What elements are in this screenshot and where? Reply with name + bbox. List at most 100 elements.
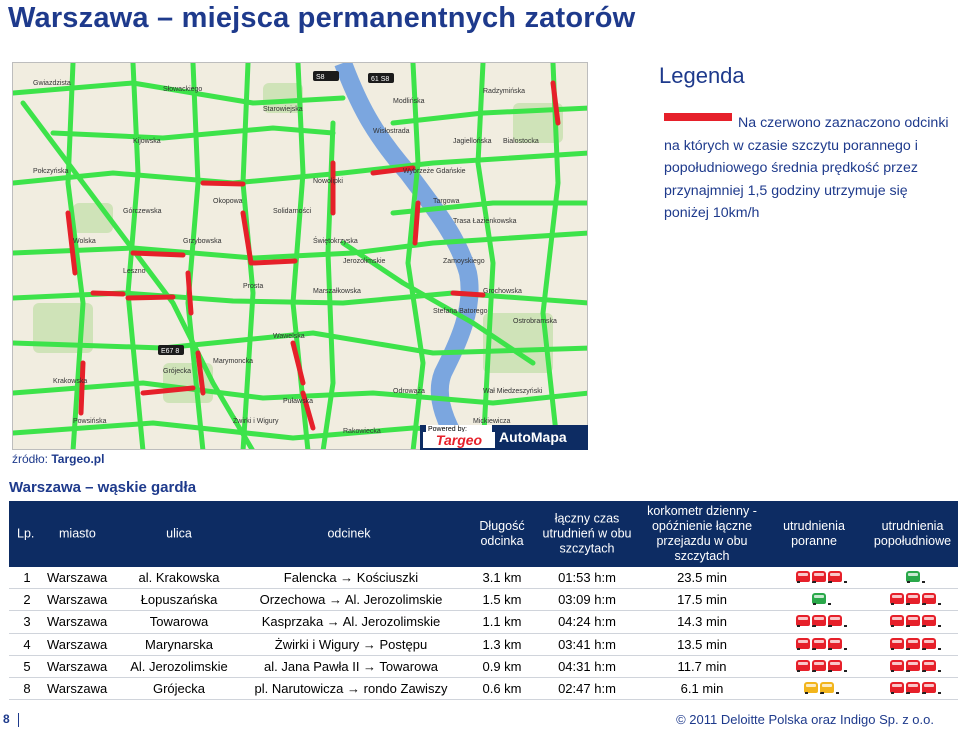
cell-dlugosc: 1.3 km: [482, 636, 522, 652]
street-label: Grochowska: [483, 288, 522, 295]
car-icon: [905, 615, 925, 628]
street-label: Ostrobramska: [513, 318, 557, 325]
cell-ulica: Towarowa: [149, 614, 209, 630]
car-icon: [921, 637, 941, 650]
cell-korkometr: 14.3 min: [677, 614, 727, 630]
street-label: Wawelska: [273, 333, 305, 340]
cell-dlugosc: 1.5 km: [482, 592, 522, 608]
street-label: Grzybowska: [183, 238, 222, 245]
street-label: Targowa: [433, 198, 460, 205]
cell-popoludniowe: [867, 659, 958, 674]
cell-lp: 3: [23, 614, 31, 630]
car-icon: [812, 659, 831, 672]
cell-ranne: [771, 681, 867, 696]
cell-lp: 8: [23, 680, 31, 696]
street-label: Wał Miedzeszyński: [483, 388, 543, 395]
street-label: Starowiejska: [263, 106, 303, 113]
route-badge-label: E67 8: [161, 348, 179, 355]
street-label: Wybrzeże Gdańskie: [403, 168, 466, 175]
cell-miasto: Warszawa: [47, 614, 108, 630]
car-icon: [804, 681, 823, 694]
bottleneck-table: Lp. miasto ulica odcinek Długość odcinka…: [9, 501, 958, 701]
street-label: Wolska: [73, 238, 96, 245]
popoludniowe-congestion-indicator: [889, 637, 941, 650]
street-label: Marszałkowska: [313, 288, 361, 295]
street-label: Prosta: [243, 283, 263, 290]
street-label: Gwiazdzista: [33, 80, 71, 87]
street-label: Trasa Łazienkowska: [453, 218, 517, 225]
car-icon: [828, 659, 847, 672]
cell-miasto: Warszawa: [47, 658, 108, 674]
congested-road-segment: [125, 294, 176, 301]
street-label: Okopowa: [213, 198, 243, 205]
cell-ranne: [771, 659, 867, 674]
cell-popoludniowe: [867, 614, 958, 629]
source-note: źródło: Targeo.pl: [12, 452, 104, 466]
car-icon: [812, 571, 831, 583]
street-label: Grójecka: [163, 368, 191, 375]
street-label: Rakowiecka: [343, 428, 381, 435]
cell-lp: 1: [23, 570, 31, 585]
header-ulica: ulica: [166, 526, 192, 541]
popoludniowe-congestion-indicator: [889, 615, 941, 628]
ranne-congestion-indicator: [812, 593, 831, 606]
cell-czas: 03:41 h:m: [558, 636, 616, 652]
cell-ranne: [771, 570, 867, 585]
street-label: Połczyńska: [33, 168, 69, 175]
car-icon: [921, 659, 941, 672]
street-label: Wisłostrada: [373, 128, 410, 135]
cell-czas: 04:31 h:m: [558, 658, 616, 674]
street-label: Świętokrzyska: [313, 236, 358, 245]
popoludniowe-congestion-indicator: [889, 593, 941, 606]
ranne-congestion-indicator: [796, 659, 847, 672]
cell-dlugosc: 0.6 km: [482, 680, 522, 696]
cell-dlugosc: 1.1 km: [482, 614, 522, 630]
car-icon: [812, 637, 831, 650]
header-miasto: miasto: [59, 526, 96, 541]
ranne-congestion-indicator: [796, 571, 847, 583]
street-label: Nowolipki: [313, 178, 343, 185]
car-icon: [820, 681, 839, 694]
car-icon: [796, 637, 815, 650]
automapa-logo: AutoMapa: [499, 429, 567, 445]
table-row: 5 Warszawa Al. Jerozolimskie al. Jana Pawła…: [9, 656, 958, 678]
source-name: Targeo.pl: [51, 452, 105, 466]
car-icon: [921, 681, 941, 694]
car-icon: [828, 615, 847, 628]
table-row: 1 Warszawa al. Krakowska Falencka → Kościus…: [9, 567, 958, 590]
cell-korkometr: 17.5 min: [677, 592, 727, 608]
street-label: Jagiellońska: [453, 138, 492, 145]
car-icon: [889, 615, 909, 628]
cell-miasto: Warszawa: [47, 636, 108, 652]
street-label: Zamoyskiego: [443, 258, 485, 265]
table-row: 4 Warszawa Marynarska Żwirki i Wigury → Pos…: [9, 634, 958, 656]
cell-korkometr: 23.5 min: [677, 570, 727, 585]
street-label: Marymoncka: [213, 358, 253, 365]
cell-odcinek: Kasprzaka → Al. Jerozolimskie: [261, 614, 441, 630]
ranne-congestion-indicator: [804, 681, 839, 694]
header-odcinek: odcinek: [327, 526, 371, 541]
cell-odcinek: al. Jana Pawła II → Towarowa: [264, 658, 438, 674]
cell-lp: 4: [23, 636, 31, 652]
car-icon: [921, 615, 941, 628]
car-icon: [796, 659, 815, 672]
car-icon: [905, 681, 925, 694]
cell-popoludniowe: [867, 570, 958, 585]
street-label: Leszno: [123, 268, 146, 275]
cell-ulica: Marynarska: [145, 636, 213, 652]
cell-ulica: Al. Jerozolimskie: [130, 658, 228, 674]
ranne-congestion-indicator: [796, 615, 847, 628]
header-korkometr: korkometr dzienny - opóźnienie łączne pr…: [647, 504, 757, 563]
cell-ulica: al. Krakowska: [138, 570, 220, 585]
congested-road-segment: [130, 250, 186, 258]
congested-road-segment: [450, 290, 486, 298]
car-icon: [812, 593, 831, 606]
street-label: Modlińska: [393, 98, 425, 105]
car-icon: [905, 659, 925, 672]
source-prefix: źródło:: [12, 452, 52, 466]
street-label: Powsińska: [73, 418, 107, 425]
header-czas: łączny czas utrudnień w obu szczytach: [542, 511, 632, 556]
traffic-map-graphic: Gwiazdzista Słowackiego Starowiejska Połczy…: [13, 63, 587, 449]
street-label: Mickiewicza: [473, 418, 510, 425]
cell-odcinek: Falencka → Kościuszki: [283, 570, 419, 585]
